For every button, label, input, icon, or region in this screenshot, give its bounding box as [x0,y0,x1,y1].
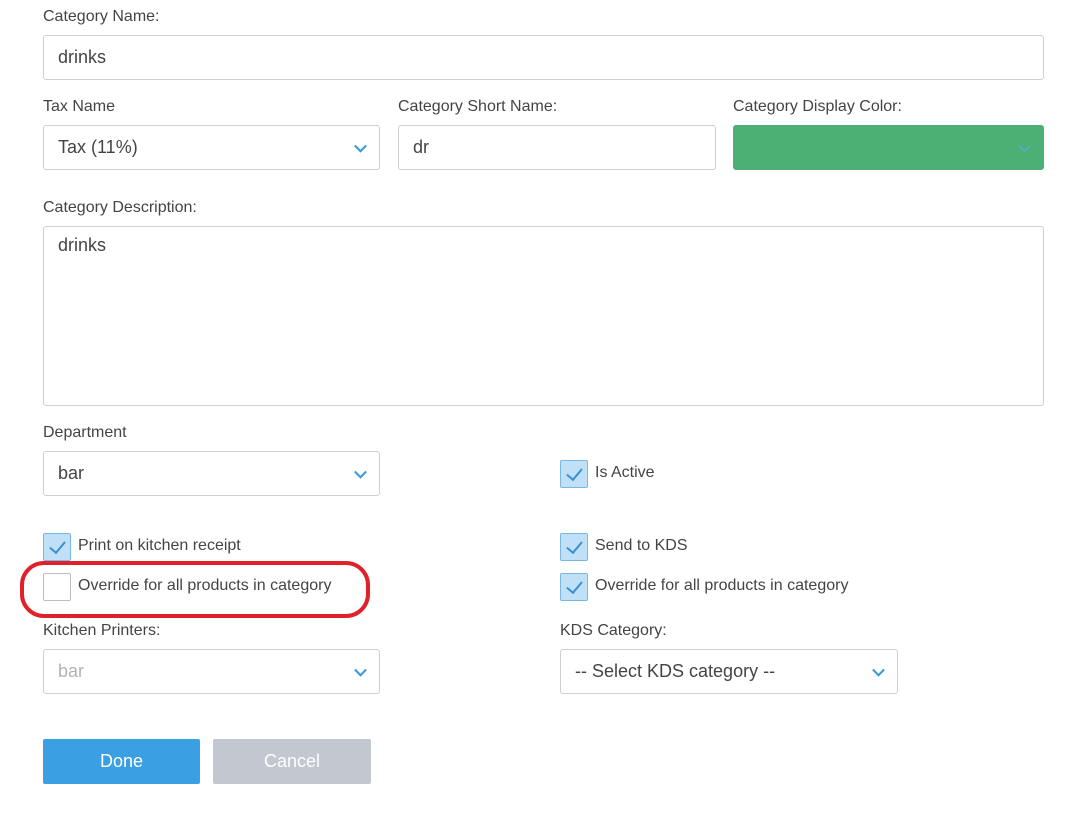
short-name-value: dr [413,137,430,157]
department-label: Department [43,424,127,441]
kds-override-checkbox[interactable] [560,573,588,601]
kitchen-printers-label: Kitchen Printers: [43,622,161,639]
print-kitchen-receipt-checkbox[interactable] [43,533,71,561]
print-kitchen-receipt-label: Print on kitchen receipt [78,537,241,554]
kds-override-label: Override for all products in category [595,577,849,594]
tax-name-label: Tax Name [43,98,116,115]
tax-name-select[interactable]: Tax (11%) [43,125,380,170]
category-name-value: drinks [58,47,107,67]
send-to-kds-checkbox[interactable] [560,533,588,561]
chevron-down-icon [354,663,367,677]
print-override-checkbox[interactable] [43,573,71,601]
description-label: Category Description: [43,199,197,216]
is-active-checkbox[interactable] [560,460,588,488]
send-to-kds-label: Send to KDS [595,537,688,554]
done-button[interactable]: Done [43,739,200,784]
description-value: drinks [58,235,107,255]
chevron-down-icon [354,139,367,153]
chevron-down-icon [354,465,367,479]
display-color-label: Category Display Color: [733,98,902,115]
print-override-label: Override for all products in category [78,577,332,594]
kitchen-printers-value: bar [58,661,85,681]
display-color-picker[interactable] [733,125,1044,170]
department-value: bar [58,463,85,483]
short-name-label: Category Short Name: [398,98,558,115]
kds-category-select[interactable]: -- Select KDS category -- [560,649,898,694]
category-name-input[interactable]: drinks [43,35,1044,80]
department-select[interactable]: bar [43,451,380,496]
chevron-down-icon [872,663,885,677]
kds-category-label: KDS Category: [560,622,667,639]
kitchen-printers-select[interactable]: bar [43,649,380,694]
kds-category-value: -- Select KDS category -- [575,661,776,681]
tax-name-value: Tax (11%) [58,137,138,157]
cancel-button[interactable]: Cancel [213,739,371,784]
short-name-input[interactable]: dr [398,125,716,170]
chevron-down-icon [1018,139,1031,153]
is-active-label: Is Active [595,464,655,481]
description-textarea[interactable]: drinks [43,226,1044,406]
category-name-label: Category Name: [43,8,160,25]
